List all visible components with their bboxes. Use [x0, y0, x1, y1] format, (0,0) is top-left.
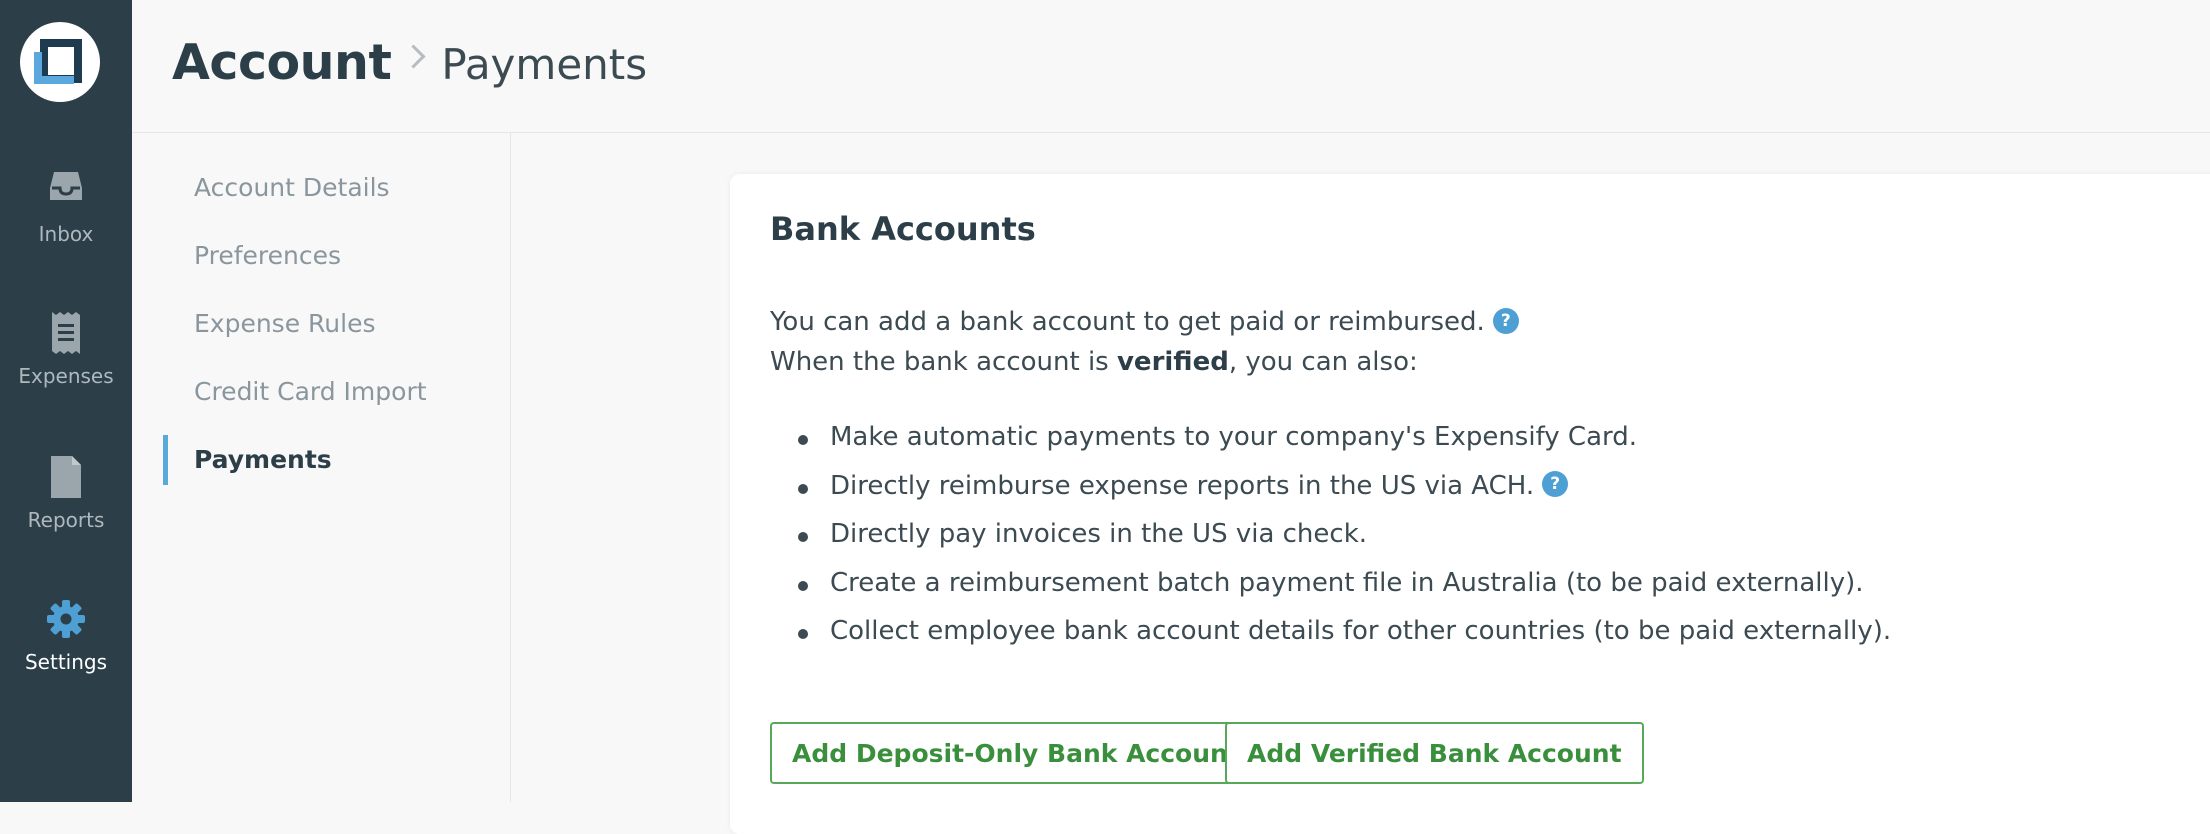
- submenu-item-expense-rules[interactable]: Expense Rules: [194, 309, 375, 338]
- left-nav: Inbox Expenses Reports Settings: [0, 0, 132, 802]
- nav-item-reports[interactable]: Reports: [0, 454, 132, 574]
- bullet-dot: [798, 629, 808, 639]
- bullet-dot: [798, 483, 808, 494]
- submenu-item-payments[interactable]: Payments: [194, 445, 332, 474]
- breadcrumb-root[interactable]: Account: [172, 34, 392, 91]
- list-item: Collect employee bank account details fo…: [770, 616, 1891, 665]
- nav-label: Inbox: [38, 222, 94, 246]
- add-deposit-only-bank-account-button[interactable]: Add Deposit-Only Bank Account: [770, 722, 1262, 784]
- list-item-text: Make automatic payments to your company'…: [830, 422, 1638, 452]
- list-item-text: Create a reimbursement batch payment fil…: [830, 567, 1864, 598]
- list-item: Directly pay invoices in the US via chec…: [770, 519, 1891, 568]
- breadcrumb-current: Payments: [441, 40, 648, 89]
- submenu-item-preferences[interactable]: Preferences: [194, 241, 341, 270]
- add-verified-bank-account-button[interactable]: Add Verified Bank Account: [1225, 722, 1644, 784]
- inbox-icon: [0, 166, 132, 214]
- bank-accounts-card: Bank Accounts You can add a bank account…: [730, 174, 2210, 834]
- submenu-item-account-details[interactable]: Account Details: [194, 173, 390, 202]
- chevron-right-icon: [401, 44, 426, 69]
- help-icon[interactable]: ?: [1542, 471, 1569, 497]
- list-item-text: Directly pay invoices in the US via chec…: [830, 519, 1368, 549]
- list-item-text: Directly reimburse expense reports in th…: [830, 470, 1535, 501]
- gear-icon: [0, 598, 132, 646]
- intro-text: You can add a bank account to get paid o…: [770, 307, 1485, 337]
- card-title: Bank Accounts: [770, 210, 1036, 248]
- verified-line-pre: When the bank account is: [770, 347, 1117, 377]
- list-item: Make automatic payments to your company'…: [770, 422, 1891, 471]
- nav-label: Expenses: [18, 364, 114, 388]
- list-item: Directly reimburse expense reports in th…: [770, 471, 1891, 520]
- verified-keyword: verified: [1116, 347, 1229, 377]
- expensify-logo[interactable]: [20, 22, 100, 102]
- list-item: Create a reimbursement batch payment fil…: [770, 568, 1891, 617]
- nav-item-expenses[interactable]: Expenses: [0, 310, 132, 430]
- bullet-dot: [798, 435, 808, 445]
- help-icon[interactable]: ?: [1492, 307, 1519, 334]
- verified-line: When the bank account is verified, you c…: [770, 347, 1418, 377]
- nav-item-settings[interactable]: Settings: [0, 598, 132, 718]
- list-item-text: Collect employee bank account details fo…: [830, 616, 1892, 646]
- page-header: Account Payments: [132, 0, 2210, 133]
- submenu-item-credit-card-import[interactable]: Credit Card Import: [194, 377, 427, 406]
- nav-label: Reports: [27, 508, 105, 532]
- nav-label: Settings: [24, 650, 108, 674]
- nav-item-inbox[interactable]: Inbox: [0, 166, 132, 286]
- document-icon: [0, 454, 132, 502]
- bullet-dot: [798, 532, 808, 542]
- receipt-icon: [0, 310, 132, 358]
- intro-line: You can add a bank account to get paid o…: [770, 307, 1519, 337]
- active-indicator: [163, 435, 168, 485]
- verified-line-post: , you can also:: [1228, 347, 1418, 377]
- bullet-dot: [798, 580, 808, 591]
- capabilities-list: Make automatic payments to your company'…: [770, 422, 1891, 665]
- settings-submenu: Account Details Preferences Expense Rule…: [132, 133, 511, 802]
- logo-mark-icon: [34, 39, 82, 84]
